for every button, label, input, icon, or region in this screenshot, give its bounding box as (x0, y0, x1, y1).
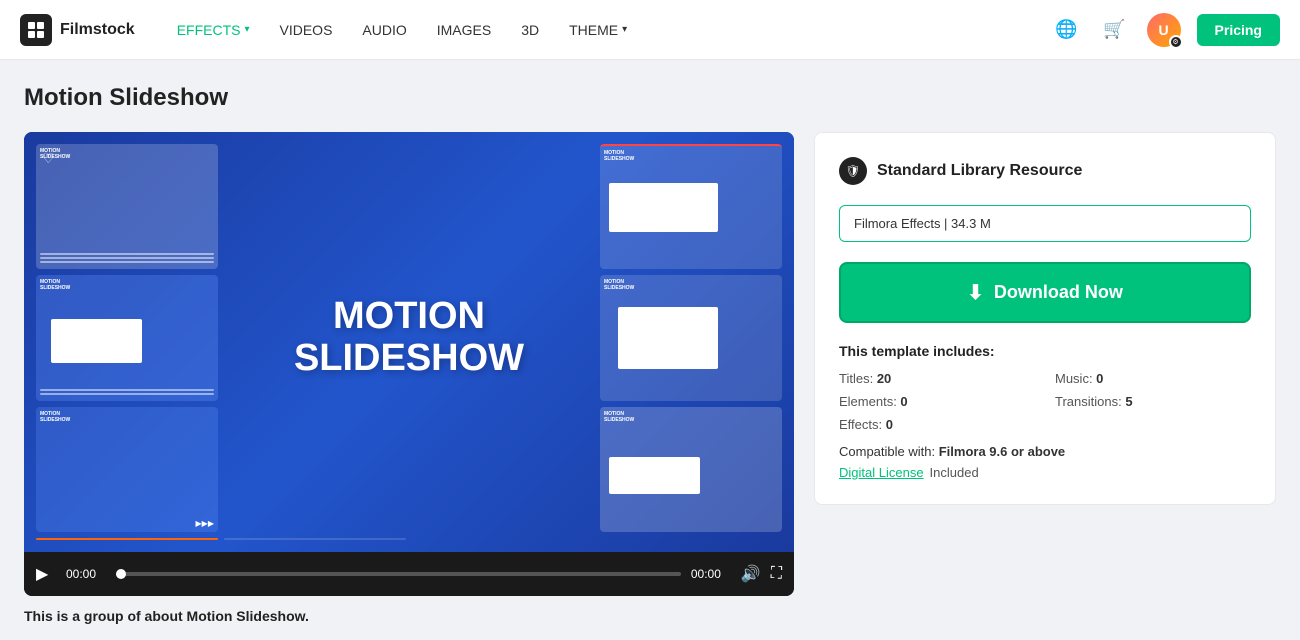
time-end: 00:00 (691, 567, 731, 581)
cart-icon[interactable]: 🛒 (1099, 14, 1131, 46)
stat-effects: Effects: 0 (839, 417, 1035, 432)
grid-cell-7: MOTIONSLIDESHOW (36, 538, 218, 540)
stat-transitions: Transitions: 5 (1055, 394, 1251, 409)
cell-lines-1 (40, 253, 214, 265)
resource-title: Standard Library Resource (877, 162, 1082, 180)
nav-audio[interactable]: AUDIO (350, 14, 418, 46)
resource-header: 🛡 Standard Library Resource (839, 157, 1251, 185)
main-content: Motion Slideshow ♡ MOTIONSLIDESHOW (0, 60, 1300, 640)
download-button[interactable]: ⬇ Download Now (839, 262, 1251, 323)
cell-label-1: MOTIONSLIDESHOW (40, 148, 70, 160)
nav-images[interactable]: IMAGES (425, 14, 503, 46)
template-includes-label: This template includes: (839, 343, 1251, 359)
nav-theme[interactable]: THEME ▾ (557, 14, 639, 46)
avatar[interactable]: U ⚙ (1147, 13, 1181, 47)
digital-license-link[interactable]: Digital License (839, 465, 924, 480)
compatible-text: Compatible with: Filmora 9.6 or above (839, 444, 1251, 459)
volume-icon[interactable]: 🔊 (741, 564, 761, 584)
pricing-button[interactable]: Pricing (1197, 14, 1280, 46)
grid-cell-6: MOTIONSLIDESHOW (600, 407, 782, 532)
grid-cell-2: MOTIONSLIDESHOW (600, 144, 782, 269)
header-right: 🌐 🛒 U ⚙ Pricing (1051, 13, 1280, 47)
file-info-text: Filmora Effects | 34.3 M (854, 216, 991, 231)
logo-area[interactable]: Filmstock (20, 14, 135, 46)
white-block-6 (609, 457, 700, 495)
play-button[interactable]: ▶ (36, 564, 56, 584)
logo-icon (20, 14, 52, 46)
video-grid: ♡ MOTIONSLIDESHOW MOTION SLIDESHOW MO (24, 132, 794, 552)
grid-cell-center: MOTION SLIDESHOW (224, 144, 594, 532)
avatar-badge: ⚙ (1169, 35, 1183, 49)
stat-titles: Titles: 20 (839, 371, 1035, 386)
fullscreen-icon[interactable]: ⛶ (771, 565, 782, 583)
white-block-2 (609, 183, 718, 232)
grid-cell-5: MOTIONSLIDESHOW ▶▶▶ (36, 407, 218, 532)
nav-effects[interactable]: EFFECTS ▾ (165, 14, 262, 46)
center-text: MOTION SLIDESHOW (294, 296, 524, 380)
header: Filmstock EFFECTS ▾ VIDEOS AUDIO IMAGES … (0, 0, 1300, 60)
time-start: 00:00 (66, 567, 106, 581)
video-container: ♡ MOTIONSLIDESHOW MOTION SLIDESHOW MO (24, 132, 794, 596)
theme-chevron-icon: ▾ (622, 24, 627, 35)
progress-dot (116, 569, 126, 579)
cell-label-6: MOTIONSLIDESHOW (604, 411, 634, 423)
effects-chevron-icon: ▾ (244, 24, 249, 35)
file-info-box: Filmora Effects | 34.3 M (839, 205, 1251, 242)
sidebar-card: 🛡 Standard Library Resource Filmora Effe… (814, 132, 1276, 505)
grid-cell-8: MOTIONSLIDESHOW (224, 538, 406, 540)
grid-cell-3: MOTIONSLIDESHOW (36, 275, 218, 400)
stat-elements: Elements: 0 (839, 394, 1035, 409)
progress-bar[interactable] (116, 572, 681, 576)
white-block-3 (51, 319, 142, 363)
download-icon: ⬇ (967, 280, 984, 305)
download-label: Download Now (994, 282, 1123, 303)
cell-lines-3 (40, 389, 214, 397)
video-preview: ♡ MOTIONSLIDESHOW MOTION SLIDESHOW MO (24, 132, 794, 552)
page-title: Motion Slideshow (24, 84, 1276, 112)
license-included-text: Included (930, 465, 979, 480)
grid-cell-1: ♡ MOTIONSLIDESHOW (36, 144, 218, 269)
white-block-4 (618, 307, 718, 370)
grid-cell-4: MOTIONSLIDESHOW (600, 275, 782, 400)
logo-text: Filmstock (60, 21, 135, 39)
stat-music: Music: 0 (1055, 371, 1251, 386)
cell-label-4: MOTIONSLIDESHOW (604, 279, 634, 291)
video-controls: ▶ 00:00 00:00 🔊 ⛶ (24, 552, 794, 596)
cell-label-2: MOTIONSLIDESHOW (604, 150, 634, 162)
resource-badge-icon: 🛡 (839, 157, 867, 185)
nav-videos[interactable]: VIDEOS (268, 14, 345, 46)
description-text: This is a group of about Motion Slidesho… (24, 608, 1276, 624)
cell-label-5: MOTIONSLIDESHOW (40, 411, 70, 423)
content-row: ♡ MOTIONSLIDESHOW MOTION SLIDESHOW MO (24, 132, 1276, 596)
license-row: Digital License Included (839, 465, 1251, 480)
cell-label-3: MOTIONSLIDESHOW (40, 279, 70, 291)
stats-grid: Titles: 20 Music: 0 Elements: 0 Transiti… (839, 371, 1251, 432)
globe-icon[interactable]: 🌐 (1051, 14, 1083, 46)
nav-3d[interactable]: 3D (509, 14, 551, 46)
main-nav: EFFECTS ▾ VIDEOS AUDIO IMAGES 3D THEME ▾ (165, 14, 1051, 46)
